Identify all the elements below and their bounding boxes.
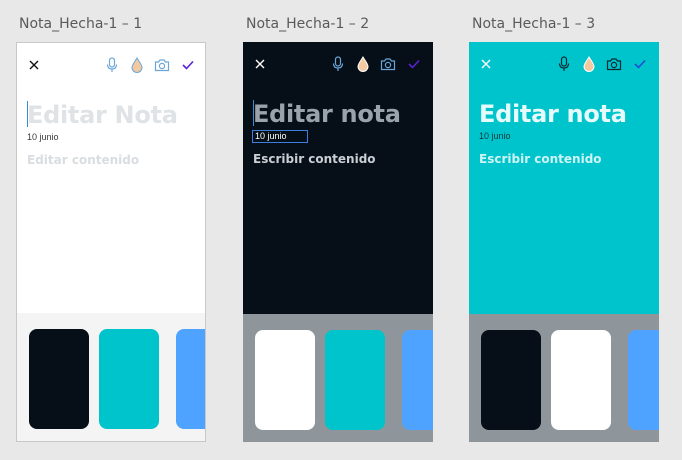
- artboard-title[interactable]: Nota_Hecha-1 – 1: [19, 16, 142, 32]
- artboard-title[interactable]: Nota_Hecha-1 – 2: [246, 16, 369, 32]
- check-icon[interactable]: [405, 54, 423, 74]
- camera-icon[interactable]: [153, 55, 171, 75]
- color-palette: [243, 314, 433, 442]
- color-swatch-cyan[interactable]: [325, 330, 385, 430]
- note-frame-dark: Editar nota 10 junio Escribir contenido: [243, 42, 433, 442]
- content-input[interactable]: Editar contenido: [27, 153, 139, 167]
- color-swatch-white[interactable]: [255, 330, 315, 430]
- toolbar: [469, 54, 659, 74]
- camera-icon[interactable]: [379, 54, 397, 74]
- camera-icon[interactable]: [605, 54, 623, 74]
- date-label[interactable]: 10 junio: [479, 131, 511, 141]
- color-palette: [469, 314, 659, 442]
- color-swatch-dark[interactable]: [29, 329, 89, 429]
- color-swatch-blue[interactable]: [402, 330, 433, 430]
- close-icon[interactable]: [251, 54, 269, 74]
- toolbar: [243, 54, 433, 74]
- date-input[interactable]: 10 junio: [252, 130, 308, 143]
- check-icon[interactable]: [631, 54, 649, 74]
- microphone-icon[interactable]: [103, 55, 121, 75]
- note-frame-cyan: Editar nota 10 junio Escribir contenido: [469, 42, 659, 442]
- drop-icon[interactable]: [354, 54, 372, 74]
- content-input[interactable]: Escribir contenido: [479, 152, 602, 166]
- microphone-icon[interactable]: [329, 54, 347, 74]
- title-input[interactable]: Editar nota: [253, 100, 401, 128]
- microphone-icon[interactable]: [555, 54, 573, 74]
- color-swatch-blue[interactable]: [176, 329, 205, 429]
- title-input[interactable]: Editar nota: [479, 100, 627, 128]
- color-swatch-cyan[interactable]: [99, 329, 159, 429]
- check-icon[interactable]: [179, 55, 197, 75]
- date-label[interactable]: 10 junio: [27, 132, 59, 142]
- artboard-title[interactable]: Nota_Hecha-1 – 3: [472, 16, 595, 32]
- toolbar: [17, 55, 205, 75]
- note-frame-light: Editar Nota 10 junio Editar contenido: [16, 42, 206, 442]
- color-swatch-white[interactable]: [551, 330, 611, 430]
- content-input[interactable]: Escribir contenido: [253, 152, 376, 166]
- color-palette: [17, 313, 205, 441]
- color-swatch-dark[interactable]: [481, 330, 541, 430]
- drop-icon[interactable]: [580, 54, 598, 74]
- close-icon[interactable]: [25, 55, 43, 75]
- title-input[interactable]: Editar Nota: [27, 101, 178, 129]
- close-icon[interactable]: [477, 54, 495, 74]
- color-swatch-blue[interactable]: [628, 330, 659, 430]
- drop-icon[interactable]: [128, 55, 146, 75]
